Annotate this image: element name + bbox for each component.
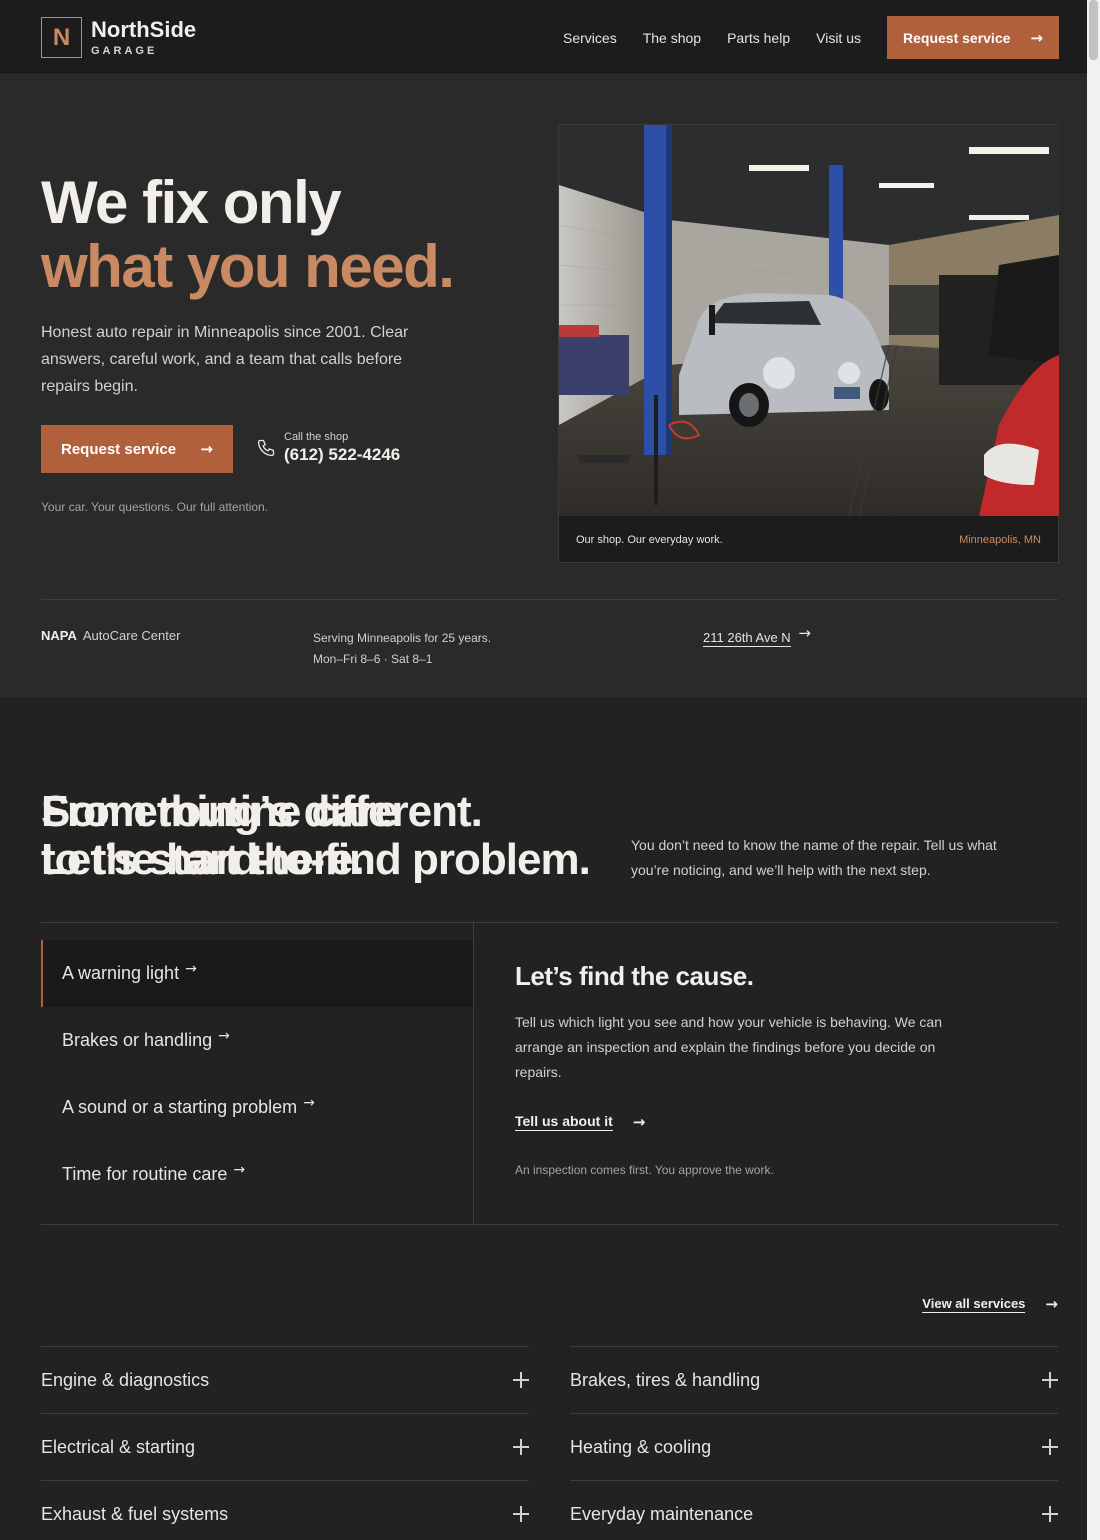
arrow-right-icon: →	[185, 960, 197, 977]
nav-services[interactable]: Services	[563, 30, 617, 46]
shop-hours: Mon–Fri 8–6 · Sat 8–1	[313, 652, 433, 666]
service-row-exhaust[interactable]: Exhaust & fuel systems	[41, 1480, 529, 1540]
view-all-services-link[interactable]: View all services →	[922, 1295, 1058, 1313]
symptom-option-warning-light[interactable]: A warning light →	[41, 940, 473, 1007]
hero-title-line1: We fix only	[41, 169, 342, 236]
phone-icon	[257, 439, 275, 457]
hero-lead: Honest auto repair in Minneapolis since …	[41, 324, 409, 395]
services-title-line2: to the hard-to-find problem.	[41, 835, 591, 884]
service-row-electrical[interactable]: Electrical & starting	[41, 1413, 529, 1480]
address-link[interactable]: 211 26th Ave N →	[703, 624, 811, 647]
arrow-right-icon: →	[1030, 28, 1043, 47]
service-row-heating[interactable]: Heating & cooling	[570, 1413, 1058, 1480]
services-title: From routine care to the hard-to-find pr…	[41, 787, 591, 884]
serving-years: Serving Minneapolis for 25 years.	[313, 631, 492, 645]
services-title-line1: From routine care	[41, 787, 399, 836]
serving-info: Serving Minneapolis for 25 years. Mon–Fr…	[313, 628, 491, 670]
logo-name: NorthSide	[91, 17, 197, 42]
service-label: Engine & diagnostics	[41, 1369, 210, 1390]
nav-parts-help[interactable]: Parts help	[727, 30, 790, 46]
divider	[473, 923, 474, 1225]
plus-icon	[513, 1439, 529, 1455]
tell-us-label: Tell us about it	[515, 1113, 613, 1131]
scrollbar[interactable]	[1087, 0, 1100, 1540]
main-nav: Services The shop Parts help Visit us Re…	[563, 16, 1059, 59]
page: N NorthSide GARAGE Services The shop Par…	[0, 0, 1087, 1540]
logo-subtitle: GARAGE	[91, 45, 158, 57]
trust-bar: NAPA AutoCare Center Serving Minneapolis …	[41, 599, 1058, 697]
tell-us-link[interactable]: Tell us about it →	[515, 1113, 945, 1131]
service-row-maintenance[interactable]: Everyday maintenance	[570, 1480, 1058, 1540]
arrow-right-icon: →	[798, 624, 811, 642]
symptom-option-label: A warning light	[62, 963, 180, 983]
header-request-service-button[interactable]: Request service →	[887, 16, 1059, 59]
logo-mark: N	[41, 17, 82, 58]
symptom-panel: Let’s find the cause. Tell us which ligh…	[515, 961, 945, 1177]
symptom-panel-note: An inspection comes first. You approve t…	[515, 1163, 774, 1177]
arrow-right-icon: →	[233, 1161, 246, 1178]
arrow-right-icon: →	[303, 1094, 315, 1111]
symptom-option-label: Brakes or handling	[62, 1030, 213, 1050]
napa-label: AutoCare Center	[82, 628, 181, 643]
service-label: Heating & cooling	[570, 1436, 712, 1457]
shop-photo	[559, 125, 1059, 516]
napa-badge: NAPA AutoCare Center	[41, 628, 180, 643]
plus-icon	[513, 1506, 529, 1522]
arrow-right-icon: →	[1045, 1295, 1058, 1313]
logo[interactable]: N NorthSide GARAGE	[41, 17, 196, 58]
symptom-section: Something’s different. Let’s start there…	[0, 697, 1087, 1540]
hero-request-service-label: Request service	[61, 440, 177, 458]
napa-logo-text: NAPA	[41, 628, 77, 643]
header-request-service-label: Request service	[903, 29, 1011, 46]
call-shop-link[interactable]: Call the shop (612) 522-4246	[256, 431, 400, 465]
symptom-option-sound[interactable]: A sound or a starting problem →	[41, 1074, 473, 1141]
service-label: Brakes, tires & handling	[570, 1369, 761, 1390]
hero-title: We fix only what you need.	[41, 169, 455, 300]
scrollbar-thumb[interactable]	[1089, 0, 1098, 60]
symptom-option-label: A sound or a starting problem	[62, 1097, 298, 1117]
service-row-engine[interactable]: Engine & diagnostics	[41, 1346, 529, 1413]
shop-photo-card: Our shop. Our everyday work. Minneapolis…	[558, 124, 1059, 563]
symptom-option-brakes[interactable]: Brakes or handling →	[41, 1007, 473, 1074]
service-label: Exhaust & fuel systems	[41, 1503, 229, 1524]
phone-number: (612) 522-4246	[284, 445, 401, 464]
services-column-right: Brakes, tires & handling Heating & cooli…	[570, 1346, 1058, 1540]
nav-visit-us[interactable]: Visit us	[816, 30, 861, 46]
hero-tagline: Your car. Your questions. Our full atten…	[41, 500, 269, 514]
call-label: Call the shop	[284, 431, 349, 443]
symptom-list: A warning light → Brakes or handling → A…	[41, 940, 473, 1208]
hero-request-service-button[interactable]: Request service →	[41, 425, 233, 473]
services-column-left: Engine & diagnostics Electrical & starti…	[41, 1346, 529, 1540]
service-label: Everyday maintenance	[570, 1503, 754, 1524]
plus-icon	[1042, 1439, 1058, 1455]
garage-illustration	[559, 125, 1059, 516]
hero-section: We fix only what you need. Honest auto r…	[0, 76, 1087, 697]
hero-title-line2: what you need.	[41, 233, 455, 300]
site-header: N NorthSide GARAGE Services The shop Par…	[0, 0, 1087, 75]
photo-location: Minneapolis, MN	[959, 534, 1041, 546]
view-all-label: View all services	[922, 1295, 1026, 1313]
symptom-selector: A warning light → Brakes or handling → A…	[41, 922, 1058, 1225]
silver-car	[679, 293, 889, 427]
arrow-right-icon: →	[632, 1113, 646, 1131]
plus-icon	[1042, 1506, 1058, 1522]
service-row-brakes[interactable]: Brakes, tires & handling	[570, 1346, 1058, 1413]
arrow-right-icon: →	[218, 1027, 230, 1044]
service-label: Electrical & starting	[41, 1436, 196, 1457]
plus-icon	[513, 1372, 529, 1388]
symptom-panel-title: Let’s find the cause.	[515, 961, 754, 991]
photo-caption: Our shop. Our everyday work.	[576, 534, 723, 546]
nav-the-shop[interactable]: The shop	[643, 30, 701, 46]
symptom-option-routine-care[interactable]: Time for routine care →	[41, 1141, 473, 1208]
address-text: 211 26th Ave N	[703, 630, 791, 647]
symptom-panel-text: Tell us which light you see and how your…	[515, 1014, 942, 1080]
arrow-right-icon: →	[200, 440, 213, 458]
symptom-option-label: Time for routine care	[62, 1164, 228, 1184]
plus-icon	[1042, 1372, 1058, 1388]
symptom-intro: You don’t need to know the name of the r…	[631, 837, 997, 878]
